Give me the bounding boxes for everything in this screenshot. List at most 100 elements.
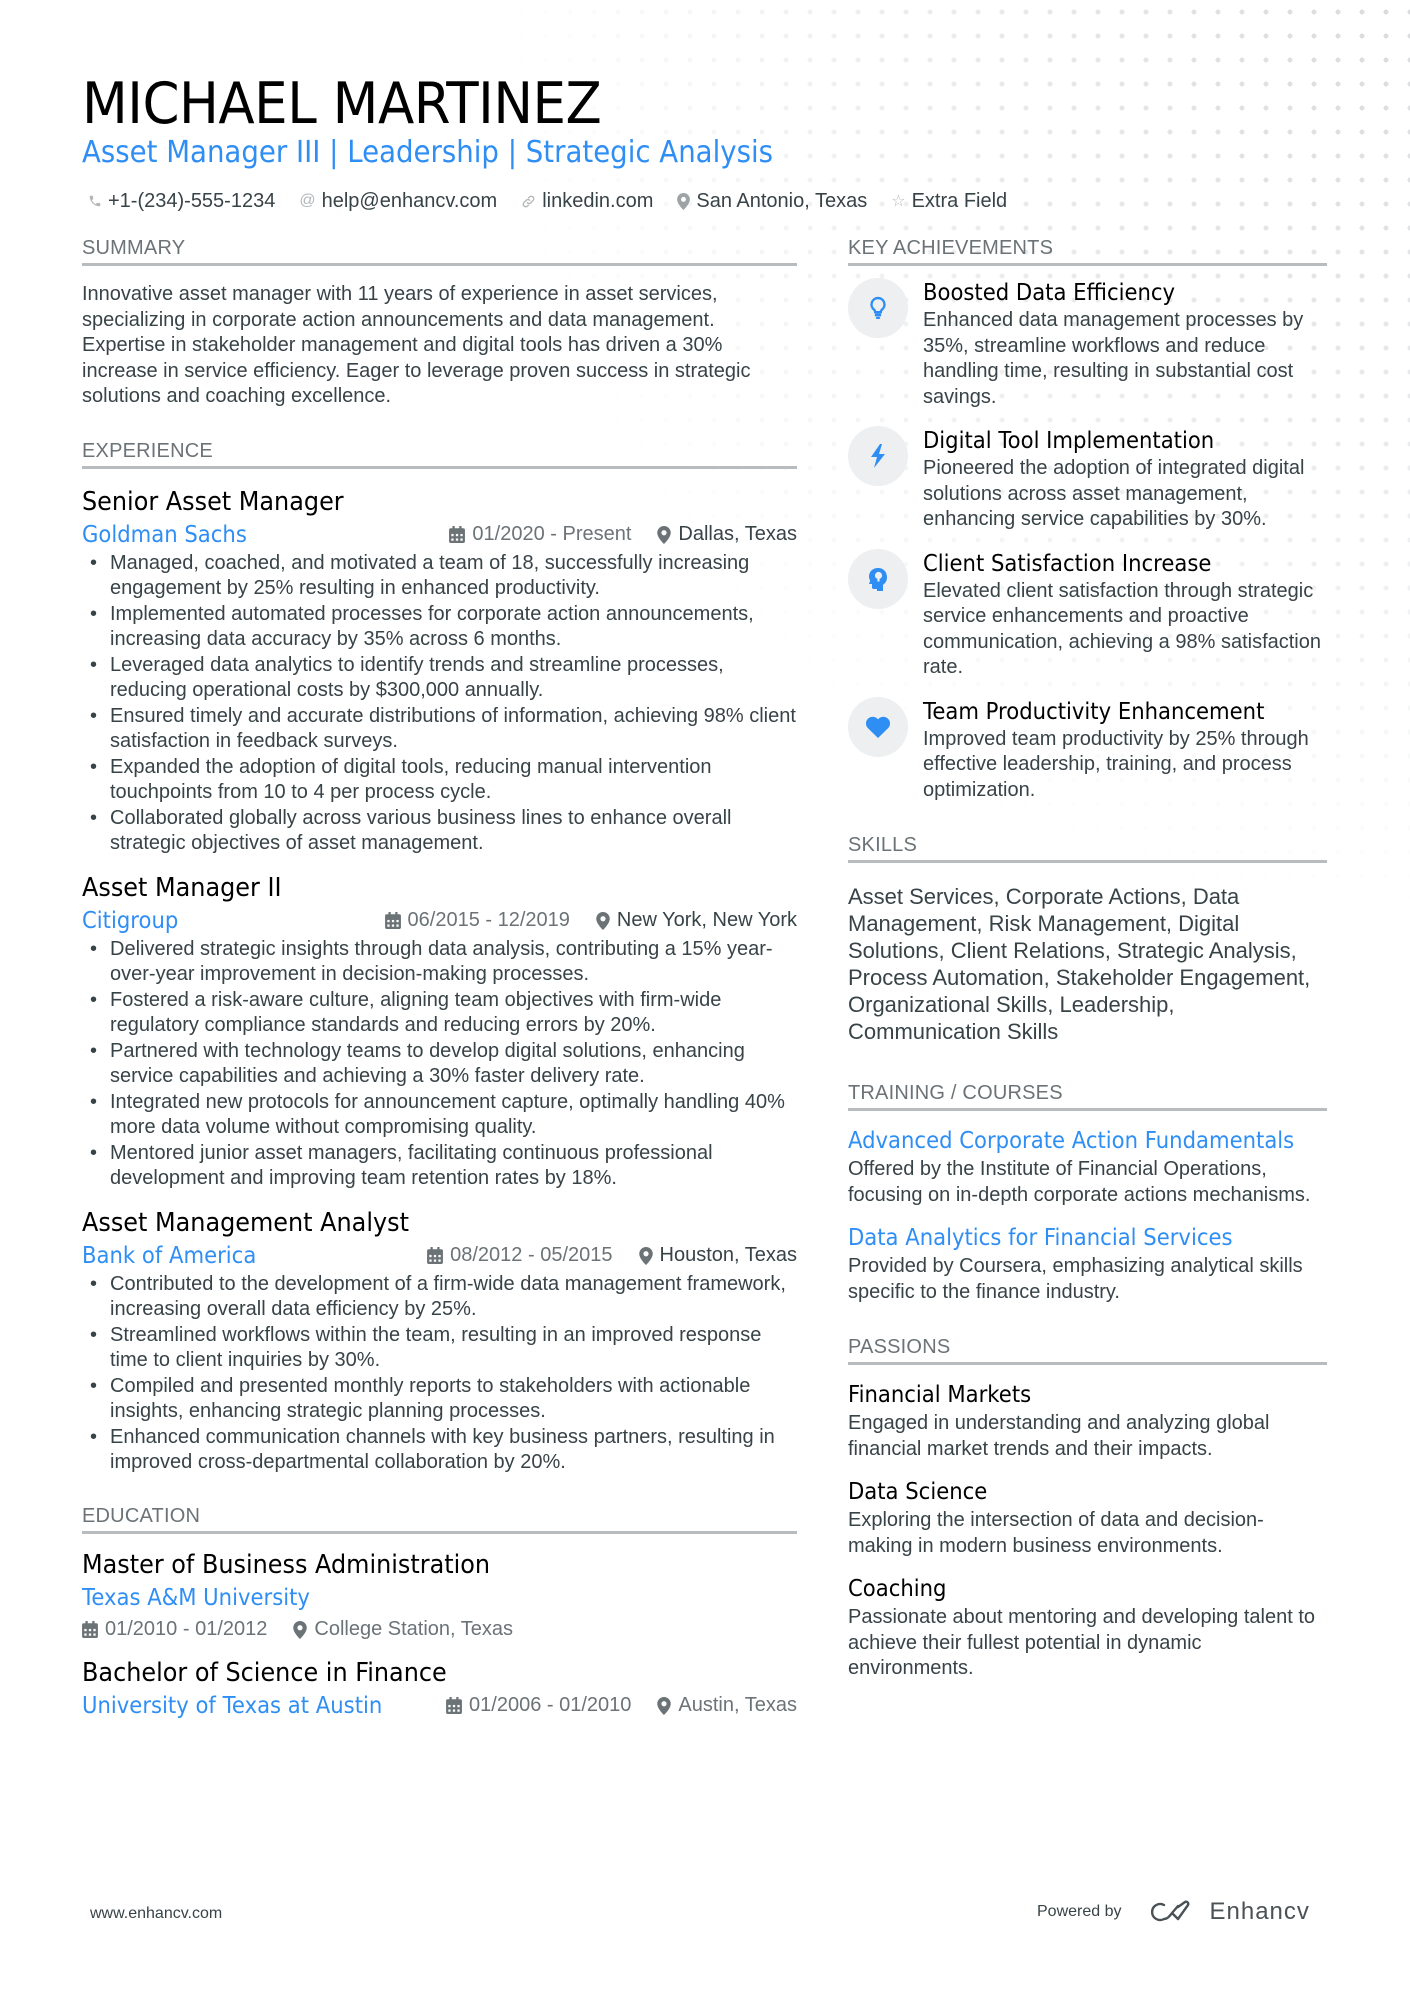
job-entry: Senior Asset Manager Goldman Sachs 01/20… [82, 485, 797, 857]
bullet-item: Partnered with technology teams to devel… [82, 1039, 797, 1090]
achievement-title: Client Satisfaction Increase [923, 550, 1212, 577]
job-entry: Asset Management Analyst Bank of America… [82, 1206, 797, 1476]
candidate-headline: Asset Manager III | Leadership | Strateg… [82, 135, 774, 170]
education-meta: 01/2006 - 01/2010 Austin, Texas [446, 1694, 797, 1717]
job-title: Asset Manager II [82, 872, 282, 903]
job-bullets: Managed, coached, and motivated a team o… [82, 551, 797, 857]
job-location-text: New York, New York [616, 909, 797, 931]
company-name[interactable]: Goldman Sachs [82, 522, 247, 548]
bullet-item: Fostered a risk-aware culture, aligning … [82, 988, 797, 1039]
achievements-heading: KEY ACHIEVEMENTS [848, 236, 1327, 266]
degree-title: Bachelor of Science in Finance [82, 1657, 447, 1688]
school-name[interactable]: Texas A&M University [82, 1585, 310, 1611]
contact-row: +1-(234)-555-1234 @ help@enhancv.com lin… [88, 187, 1031, 215]
job-dates: 01/2020 - Present [472, 523, 632, 545]
summary-text: Innovative asset manager with 11 years o… [82, 283, 751, 407]
footer-website[interactable]: www.enhancv.com [90, 1905, 222, 1923]
contact-phone[interactable]: +1-(234)-555-1234 [88, 190, 275, 213]
contact-email-text: help@enhancv.com [321, 189, 498, 212]
bullet-item: Leveraged data analytics to identify tre… [82, 653, 797, 704]
contact-location-text: San Antonio, Texas [696, 189, 868, 212]
contact-email[interactable]: @ help@enhancv.com [299, 190, 497, 213]
education-heading: EDUCATION [82, 1504, 797, 1534]
job-location: Houston, Texas [638, 1244, 798, 1267]
job-location: Dallas, Texas [657, 523, 797, 546]
achievement-item: Digital Tool Implementation Pioneered th… [848, 426, 1327, 533]
passions-heading: PASSIONS [848, 1335, 1327, 1365]
passions-section: PASSIONS Financial Markets Engaged in un… [848, 1335, 1327, 1682]
course-desc: Offered by the Institute of Financial Op… [848, 1158, 1311, 1206]
company-name[interactable]: Bank of America [82, 1243, 256, 1269]
job-location-text: Dallas, Texas [678, 523, 797, 545]
passion-item: Financial Markets Engaged in understandi… [848, 1379, 1327, 1462]
achievement-desc: Elevated client satisfaction through str… [923, 579, 1321, 679]
bullet-item: Compiled and presented monthly reports t… [82, 1374, 797, 1425]
achievement-desc: Improved team productivity by 25% throug… [923, 727, 1309, 801]
job-bullets: Delivered strategic insights through dat… [82, 937, 797, 1192]
passion-title: Data Science [848, 1479, 988, 1505]
job-title: Senior Asset Manager [82, 486, 344, 517]
passion-item: Data Science Exploring the intersection … [848, 1476, 1327, 1559]
contact-linkedin-text: linkedin.com [542, 189, 654, 212]
passion-desc: Passionate about mentoring and developin… [848, 1606, 1316, 1679]
calendar-icon [449, 526, 466, 543]
school-name[interactable]: University of Texas at Austin [82, 1693, 382, 1719]
bullet-item: Enhanced communication channels with key… [82, 1425, 797, 1476]
education-dates: 01/2006 - 01/2010 [469, 1694, 632, 1716]
right-column: KEY ACHIEVEMENTS Boosted Data Efficiency… [848, 236, 1327, 1682]
left-column: SUMMARY Innovative asset manager with 11… [82, 236, 797, 1722]
course-item: Data Analytics for Financial Services Pr… [848, 1222, 1327, 1305]
calendar-icon [82, 1621, 98, 1638]
job-meta: 06/2015 - 12/2019 New York, New York [384, 909, 797, 932]
bullet-item: Implemented automated processes for corp… [82, 602, 797, 653]
achievement-title: Boosted Data Efficiency [923, 280, 1176, 306]
achievement-item: Boosted Data Efficiency Enhanced data ma… [848, 278, 1327, 410]
enhancv-logo[interactable]: Enhancv [1150, 1898, 1310, 1926]
education-location: College Station, Texas [314, 1618, 514, 1640]
course-title[interactable]: Data Analytics for Financial Services [848, 1222, 1289, 1254]
job-entry: Asset Manager II Citigroup 06/2015 - 12/… [82, 871, 797, 1192]
enhancv-logo-icon [1150, 1900, 1189, 1922]
summary-section: SUMMARY Innovative asset manager with 11… [82, 236, 797, 410]
bullet-item: Mentored junior asset managers, facilita… [82, 1141, 797, 1192]
education-section: EDUCATION Master of Business Administrat… [82, 1504, 797, 1722]
course-desc: Provided by Coursera, emphasizing analyt… [848, 1255, 1303, 1303]
achievement-item: Client Satisfaction Increase Elevated cl… [848, 548, 1327, 681]
education-meta: 01/2010 - 01/2012 College Station, Texas [82, 1614, 797, 1646]
heart-icon [848, 696, 908, 757]
course-title[interactable]: Advanced Corporate Action Fundamentals [848, 1125, 1294, 1157]
passion-title: Financial Markets [848, 1382, 1032, 1408]
candidate-name: MICHAEL MARTINEZ [82, 71, 602, 137]
calendar-icon [384, 912, 401, 929]
lightbulb-icon [848, 278, 908, 338]
bullet-item: Contributed to the development of a firm… [82, 1272, 797, 1323]
job-location: New York, New York [596, 909, 797, 932]
footer-branding: Powered by Enhancv [1037, 1898, 1310, 1926]
achievements-section: KEY ACHIEVEMENTS Boosted Data Efficiency… [848, 236, 1327, 803]
passion-desc: Exploring the intersection of data and d… [848, 1509, 1264, 1557]
achievement-desc: Pioneered the adoption of integrated dig… [923, 457, 1305, 530]
location-pin-icon [657, 1696, 672, 1715]
contact-extra-text: Extra Field [911, 189, 1008, 212]
passion-item: Coaching Passionate about mentoring and … [848, 1573, 1327, 1682]
contact-location: San Antonio, Texas [677, 190, 867, 213]
bullet-item: Expanded the adoption of digital tools, … [82, 755, 797, 806]
contact-linkedin[interactable]: linkedin.com [521, 190, 653, 213]
job-dates: 08/2012 - 05/2015 [450, 1244, 613, 1266]
location-pin-icon [293, 1620, 308, 1639]
job-location-text: Houston, Texas [659, 1244, 798, 1266]
company-name[interactable]: Citigroup [82, 908, 178, 934]
lightning-bolt-icon [848, 426, 908, 486]
star-icon: ☆ [891, 193, 906, 210]
link-icon [521, 194, 536, 209]
passion-desc: Engaged in understanding and analyzing g… [848, 1412, 1270, 1460]
training-heading: TRAINING / COURSES [848, 1081, 1327, 1111]
bullet-item: Ensured timely and accurate distribution… [82, 704, 797, 755]
education-entry: Master of Business Administration Texas … [82, 1548, 797, 1646]
at-icon: @ [299, 192, 316, 209]
bullet-item: Streamlined workflows within the team, r… [82, 1323, 797, 1374]
bullet-item: Delivered strategic insights through dat… [82, 937, 797, 988]
job-dates: 06/2015 - 12/2019 [407, 909, 570, 931]
achievement-title: Digital Tool Implementation [923, 428, 1215, 454]
summary-heading: SUMMARY [82, 236, 797, 266]
